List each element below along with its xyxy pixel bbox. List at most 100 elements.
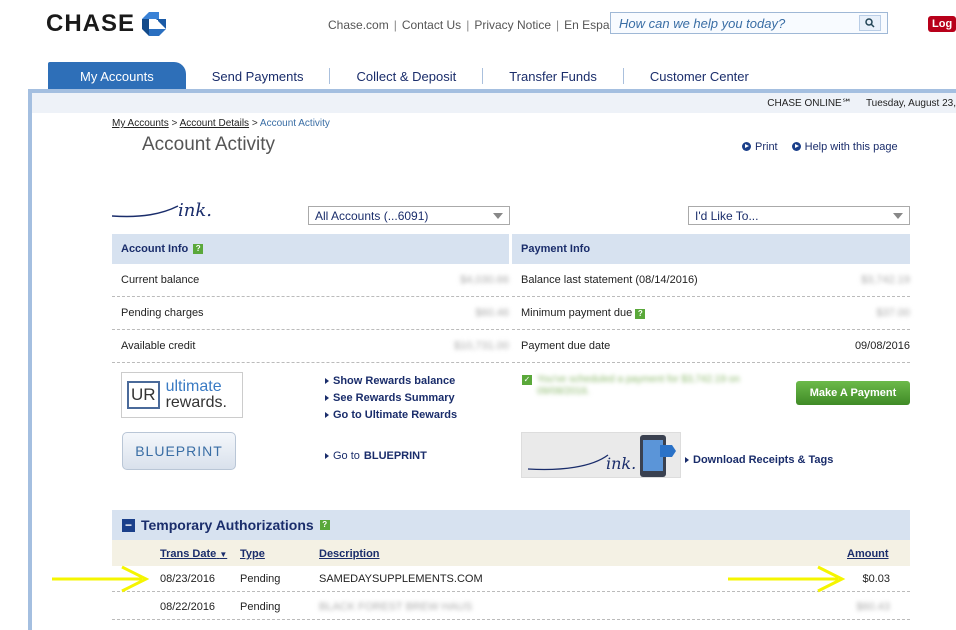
tab-transfer-funds[interactable]: Transfer Funds bbox=[483, 68, 624, 84]
arrow-right-icon bbox=[325, 412, 329, 418]
ink-text: ink. bbox=[178, 200, 212, 221]
row-value: $37.00 bbox=[876, 307, 910, 319]
row-value: $10,731.00 bbox=[453, 340, 509, 352]
account-info-header: Account Info? bbox=[112, 234, 509, 264]
info-row: Payment due date 09/08/2016 bbox=[512, 330, 910, 363]
cell-amount: $60.43 bbox=[856, 601, 890, 613]
scheduled-text: You've scheduled a payment for $3,742.19… bbox=[537, 374, 740, 397]
print-link[interactable]: Print bbox=[742, 141, 778, 153]
help-icon[interactable]: ? bbox=[635, 309, 646, 319]
account-select[interactable]: All Accounts (...6091) bbox=[308, 206, 510, 225]
play-bullet-icon bbox=[791, 142, 801, 151]
payment-info-header: Payment Info bbox=[512, 234, 910, 264]
payment-scheduled-note: ✓ You've scheduled a payment for $3,742.… bbox=[522, 374, 772, 398]
row-label: Available credit bbox=[121, 340, 196, 352]
link-chase-com[interactable]: Chase.com bbox=[328, 18, 389, 32]
logout-button[interactable]: Log bbox=[928, 16, 956, 32]
action-select[interactable]: I'd Like To... bbox=[688, 206, 910, 225]
info-row: Available credit $10,731.00 bbox=[112, 330, 509, 363]
link-label: See Rewards Summary bbox=[333, 392, 455, 404]
ink-mobile-banner[interactable]: ink. bbox=[521, 432, 681, 478]
row-label: Minimum payment due ? bbox=[521, 307, 646, 319]
breadcrumb-my-accounts[interactable]: My Accounts bbox=[112, 118, 169, 129]
cell-type: Pending bbox=[240, 573, 281, 585]
info-row: Minimum payment due ? $37.00 bbox=[512, 297, 910, 330]
col-description[interactable]: Description bbox=[319, 548, 380, 560]
ink-logo: ink. bbox=[111, 196, 222, 227]
col-type[interactable]: Type bbox=[240, 548, 265, 560]
status-bar: CHASE ONLINE℠ Tuesday, August 23, bbox=[32, 93, 956, 113]
row-label: Payment due date bbox=[521, 340, 611, 352]
link-contact-us[interactable]: Contact Us bbox=[402, 18, 461, 32]
search-box bbox=[610, 12, 888, 34]
temp-auth-header[interactable]: − Temporary Authorizations ? bbox=[112, 510, 910, 540]
page-title: Account Activity bbox=[142, 134, 276, 155]
yellow-arrow-left-icon bbox=[52, 565, 150, 593]
link-label: Go to Ultimate Rewards bbox=[333, 409, 458, 421]
tab-my-accounts[interactable]: My Accounts bbox=[48, 62, 186, 90]
row-value: $4,030.66 bbox=[460, 274, 509, 286]
help-icon[interactable]: ? bbox=[319, 520, 330, 530]
go-to-ultimate-rewards-link[interactable]: Go to Ultimate Rewards bbox=[325, 409, 457, 421]
cell-type: Pending bbox=[240, 601, 281, 613]
top-links: Chase.com | Contact Us | Privacy Notice | E… bbox=[328, 18, 626, 32]
temp-auth-title: Temporary Authorizations bbox=[141, 517, 314, 533]
make-payment-button[interactable]: Make A Payment bbox=[796, 381, 910, 405]
arrow-right-icon bbox=[685, 457, 689, 463]
link-privacy-notice[interactable]: Privacy Notice bbox=[474, 18, 551, 32]
go-to-blueprint-link[interactable]: Go to BLUEPRINT bbox=[325, 450, 427, 462]
row-value: $60.46 bbox=[475, 307, 509, 319]
tab-send-payments[interactable]: Send Payments bbox=[186, 68, 331, 84]
show-rewards-balance-link[interactable]: Show Rewards balance bbox=[325, 375, 457, 387]
play-bullet-icon bbox=[742, 142, 751, 151]
cell-description: SAMEDAYSUPPLEMENTS.COM bbox=[319, 573, 483, 585]
main-nav: My Accounts Send Payments Collect & Depo… bbox=[48, 62, 775, 90]
link-bold: BLUEPRINT bbox=[363, 450, 427, 462]
ur-text-1: ultimate bbox=[165, 378, 222, 395]
search-button[interactable] bbox=[859, 15, 881, 31]
action-select-value: I'd Like To... bbox=[695, 208, 759, 223]
see-rewards-summary-link[interactable]: See Rewards Summary bbox=[325, 392, 457, 404]
link-prefix: Go to bbox=[333, 450, 360, 462]
print-label: Print bbox=[755, 141, 778, 153]
search-input[interactable] bbox=[611, 15, 859, 31]
page-actions: Print Help with this page bbox=[742, 141, 898, 153]
rewards-links: Show Rewards balance See Rewards Summary… bbox=[325, 375, 457, 421]
breadcrumb-account-details[interactable]: Account Details bbox=[180, 118, 249, 129]
yellow-arrow-right-icon bbox=[728, 565, 846, 593]
breadcrumb: My Accounts > Account Details > Account … bbox=[112, 118, 330, 129]
collapse-icon[interactable]: − bbox=[122, 518, 135, 532]
chase-logo[interactable]: CHASE bbox=[46, 10, 167, 38]
row-label: Balance last statement (08/14/2016) bbox=[521, 274, 698, 286]
ur-text-2: rewards. bbox=[165, 394, 227, 411]
sort-desc-icon: ▼ bbox=[219, 550, 228, 559]
ur-mark: UR bbox=[127, 381, 160, 409]
ink-text: ink. bbox=[606, 454, 636, 473]
row-label: Current balance bbox=[121, 274, 200, 286]
temp-auth-column-bar bbox=[112, 540, 910, 566]
current-date: Tuesday, August 23, bbox=[865, 97, 956, 109]
ultimate-rewards-logo[interactable]: UR ultimate rewards. bbox=[121, 372, 243, 418]
arrow-right-icon bbox=[325, 395, 329, 401]
ur-wordmark: ultimate rewards. bbox=[166, 379, 227, 411]
col-trans-date[interactable]: Trans Date ▼ bbox=[160, 548, 227, 560]
chase-online-label: CHASE ONLINE℠ bbox=[767, 97, 852, 109]
breadcrumb-current: Account Activity bbox=[259, 118, 330, 129]
table-row: 08/22/2016 Pending BLACK FOREST BREW HAU… bbox=[112, 594, 910, 620]
tab-collect-deposit[interactable]: Collect & Deposit bbox=[330, 68, 484, 84]
download-receipts-link[interactable]: Download Receipts & Tags bbox=[685, 454, 833, 466]
help-icon[interactable]: ? bbox=[193, 244, 204, 254]
col-amount[interactable]: Amount bbox=[847, 548, 889, 560]
help-link[interactable]: Help with this page bbox=[791, 141, 898, 153]
col-label: Trans Date bbox=[160, 548, 217, 560]
search-icon bbox=[865, 18, 875, 28]
blueprint-logo[interactable]: BLUEPRINT bbox=[122, 432, 236, 470]
tab-customer-center[interactable]: Customer Center bbox=[624, 68, 775, 84]
dropdown-arrow-icon bbox=[893, 212, 903, 219]
cell-date: 08/22/2016 bbox=[160, 601, 216, 613]
check-icon: ✓ bbox=[522, 375, 532, 385]
account-info-panel: Account Info? Current balance $4,030.66 P… bbox=[112, 234, 509, 363]
chase-octagon-icon bbox=[142, 12, 167, 36]
row-value: 09/08/2016 bbox=[854, 340, 910, 352]
info-row: Pending charges $60.46 bbox=[112, 297, 509, 330]
